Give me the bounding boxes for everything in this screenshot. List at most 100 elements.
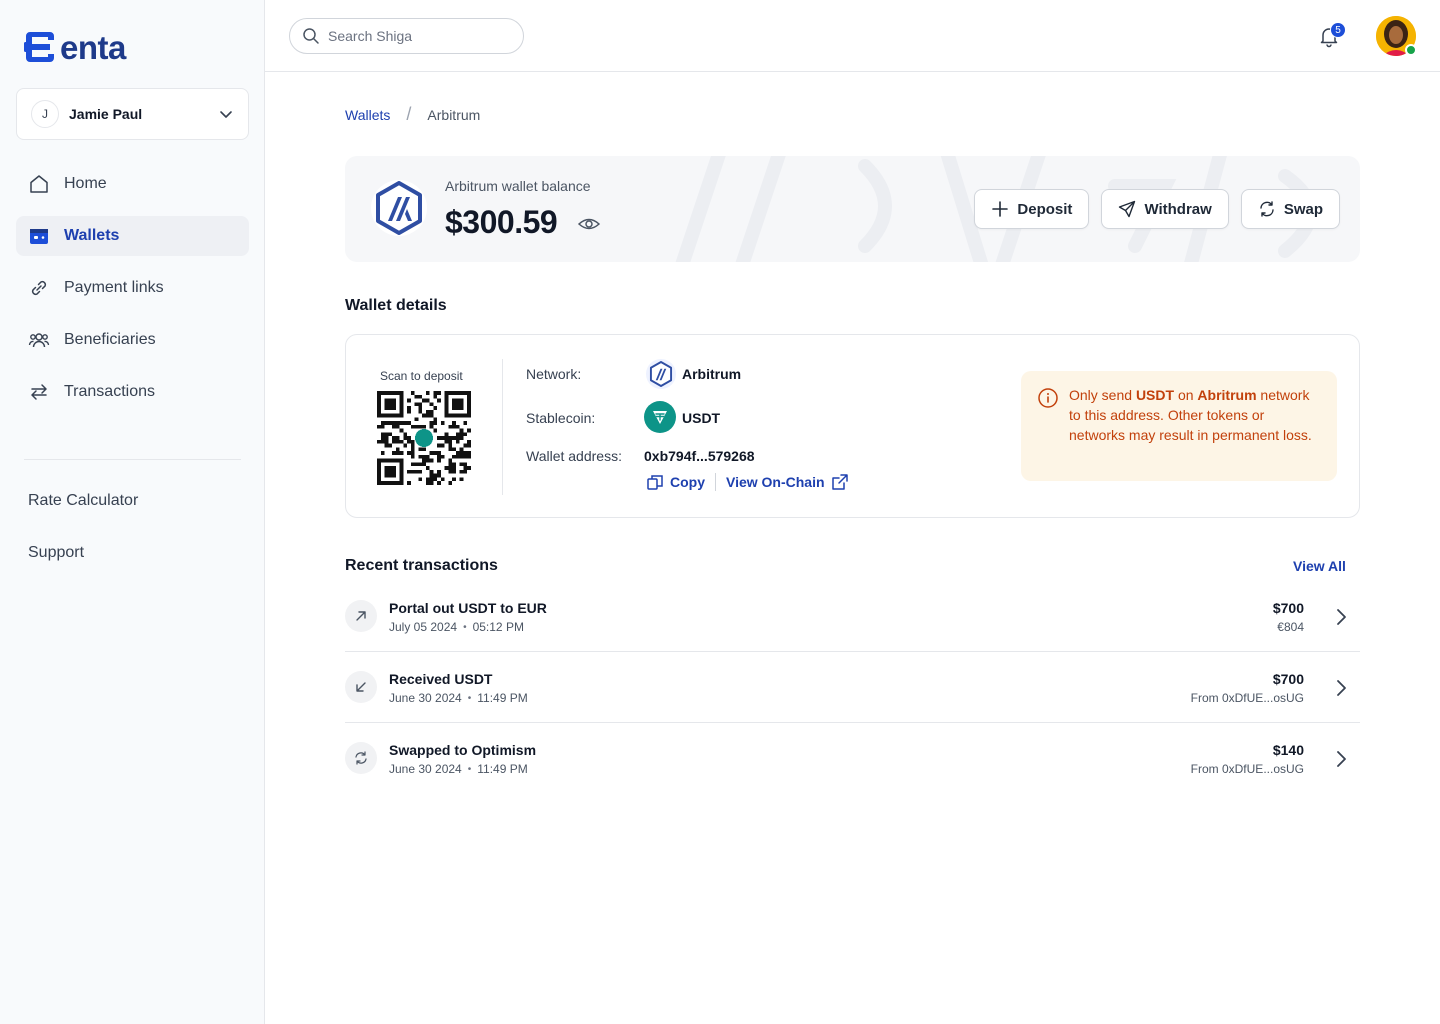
view-all-link[interactable]: View All [1293,558,1346,574]
nav-item-home[interactable]: Home [16,164,249,204]
external-link-icon [831,474,848,490]
nav-item-payment-links[interactable]: Payment links [16,268,249,308]
tx-meta: July 05 2024 • 05:12 PM [389,620,524,634]
nav-item-rate-calculator[interactable]: Rate Calculator [28,492,138,516]
nav-item-label: Home [64,175,107,192]
eye-icon[interactable] [577,212,601,236]
online-status-dot [1405,44,1417,56]
tx-meta: June 30 2024 • 11:49 PM [389,691,528,705]
address-value: 0xb794f...579268 [644,448,755,464]
tx-type-badge [345,671,377,703]
arbitrum-icon [376,181,422,235]
deposit-button[interactable]: Deposit [974,189,1090,229]
sidebar: enta J Jamie Paul Home Wallets Payment l… [0,0,265,1024]
transaction-row[interactable]: Swapped to Optimism June 30 2024 • 11:49 P… [345,723,1360,794]
nav-item-support[interactable]: Support [28,544,138,568]
transaction-row[interactable]: Portal out USDT to EUR July 05 2024 • 05:1… [345,581,1360,652]
brand-name: enta [60,28,126,66]
breadcrumb-separator: / [406,104,412,124]
search-icon [303,28,319,44]
qr-label: Scan to deposit [380,369,463,383]
breadcrumb: Wallets / Arbitrum [345,104,480,125]
wallet-details-card: Scan to deposit Network: Arbitrum Stable… [345,334,1360,518]
swap-label: Swap [1283,200,1323,218]
notification-badge: 5 [1330,22,1346,38]
chevron-right-icon [1337,680,1346,696]
transaction-row[interactable]: Received USDT June 30 2024 • 11:49 PM $700… [345,652,1360,723]
warning-text: Only send USDT on Abritrum network to th… [1069,387,1312,443]
tx-amount: $700 [1272,671,1304,687]
home-icon [30,175,48,193]
chevron-right-icon [1337,751,1346,767]
top-bar: 5 [265,0,1440,72]
arbitrum-logo [371,180,427,236]
arrows-icon [31,384,47,400]
address-label: Wallet address: [526,448,622,464]
tx-amount: $140 [1272,742,1304,758]
enta-logo-icon [24,32,54,62]
search-input[interactable] [328,28,508,44]
breadcrumb-wallets[interactable]: Wallets [345,107,390,123]
nav-item-label: Wallets [64,227,120,244]
balance-label: Arbitrum wallet balance [445,178,591,194]
network-arbitrum-icon [646,359,676,389]
deposit-label: Deposit [1017,200,1073,218]
tx-subtext: €804 [1277,620,1304,634]
nav-item-wallets[interactable]: Wallets [16,216,249,256]
tx-amount: $700 [1272,600,1304,616]
deposit-warning: Only send USDT on Abritrum network to th… [1021,371,1337,481]
info-icon [1038,388,1058,408]
tether-icon [653,411,667,424]
users-icon [28,333,50,348]
view-onchain-label: View On-Chain [726,474,825,490]
swap-icon [1260,201,1274,217]
arrow-down-left-icon [356,682,366,692]
arrow-up-right-icon [356,611,366,621]
tx-type-badge [345,600,377,632]
nav-divider [24,459,241,460]
tx-title: Received USDT [389,671,493,687]
wallet-icon [30,229,48,244]
link-icon [31,280,47,296]
balance-card: Arbitrum wallet balance $300.59 Deposit … [345,156,1360,262]
nav-item-label: Transactions [64,383,155,400]
nav-item-label: Payment links [64,279,164,296]
secondary-nav: Rate Calculator Support [28,492,138,596]
plus-icon [992,201,1009,217]
swap-icon [355,751,367,765]
copy-address-button[interactable]: Copy [646,473,705,491]
nav-item-beneficiaries[interactable]: Beneficiaries [16,320,249,360]
recent-transactions-title: Recent transactions [345,557,498,574]
withdraw-button[interactable]: Withdraw [1101,189,1229,229]
balance-value: $300.59 [445,204,558,240]
chevron-right-icon [1337,609,1346,625]
tx-subtext: From 0xDfUE...osUG [1190,762,1304,776]
account-name: Jamie Paul [69,106,143,122]
swap-button[interactable]: Swap [1240,189,1340,229]
search-box[interactable] [289,18,524,54]
account-switcher[interactable]: J Jamie Paul [16,88,249,140]
copy-icon [647,475,663,490]
tx-meta: June 30 2024 • 11:49 PM [389,762,528,776]
nav-item-transactions[interactable]: Transactions [16,372,249,412]
qr-code-icon[interactable] [377,391,471,485]
main-nav: Home Wallets Payment links Beneficiaries… [16,164,249,424]
brand-logo[interactable]: enta [24,30,126,64]
link-separator [715,473,716,491]
tx-subtext: From 0xDfUE...osUG [1190,691,1304,705]
wallet-actions: Deposit Withdraw Swap [974,189,1340,229]
network-label: Network: [526,366,582,382]
nav-item-label: Beneficiaries [64,331,156,348]
tx-title: Swapped to Optimism [389,742,537,758]
stablecoin-value: USDT [682,410,721,426]
transactions-list: Portal out USDT to EUR July 05 2024 • 05:1… [345,581,1360,794]
chevron-down-icon [220,111,232,118]
tx-type-badge [345,742,377,774]
usdt-logo [644,401,676,433]
view-onchain-link[interactable]: View On-Chain [726,473,849,491]
send-icon [1119,200,1136,218]
arbitrum-small-icon [649,361,673,387]
withdraw-label: Withdraw [1144,200,1212,218]
stablecoin-label: Stablecoin: [526,410,596,426]
account-avatar: J [31,100,59,128]
